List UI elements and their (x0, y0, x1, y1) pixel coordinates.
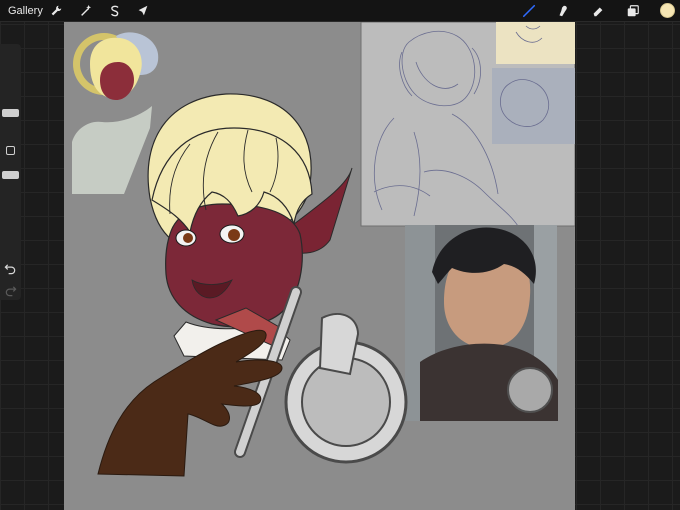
sketch-reference-layer (360, 22, 575, 227)
color-sketch-layer (72, 32, 159, 194)
magic-wand-icon[interactable] (78, 3, 94, 19)
main-illustration-layer (97, 93, 408, 477)
wrench-icon[interactable] (48, 3, 64, 19)
selection-icon[interactable] (107, 3, 123, 19)
redo-icon[interactable] (4, 284, 17, 297)
opacity-slider[interactable] (2, 171, 19, 179)
reference-photo-layer (405, 225, 558, 421)
modify-square-icon[interactable] (6, 146, 15, 155)
gallery-button[interactable]: Gallery (8, 4, 43, 18)
drawing-canvas[interactable] (64, 22, 575, 510)
layers-icon[interactable] (625, 3, 641, 19)
undo-icon[interactable] (4, 262, 17, 275)
color-picker-swatch[interactable] (660, 3, 675, 18)
eraser-icon[interactable] (590, 3, 606, 19)
brush-size-slider[interactable] (2, 109, 19, 117)
smudge-icon[interactable] (555, 3, 571, 19)
transform-arrow-icon[interactable] (135, 3, 151, 19)
top-toolbar: Gallery (0, 0, 680, 22)
left-sidebar (0, 44, 21, 300)
brush-icon[interactable] (521, 3, 537, 19)
